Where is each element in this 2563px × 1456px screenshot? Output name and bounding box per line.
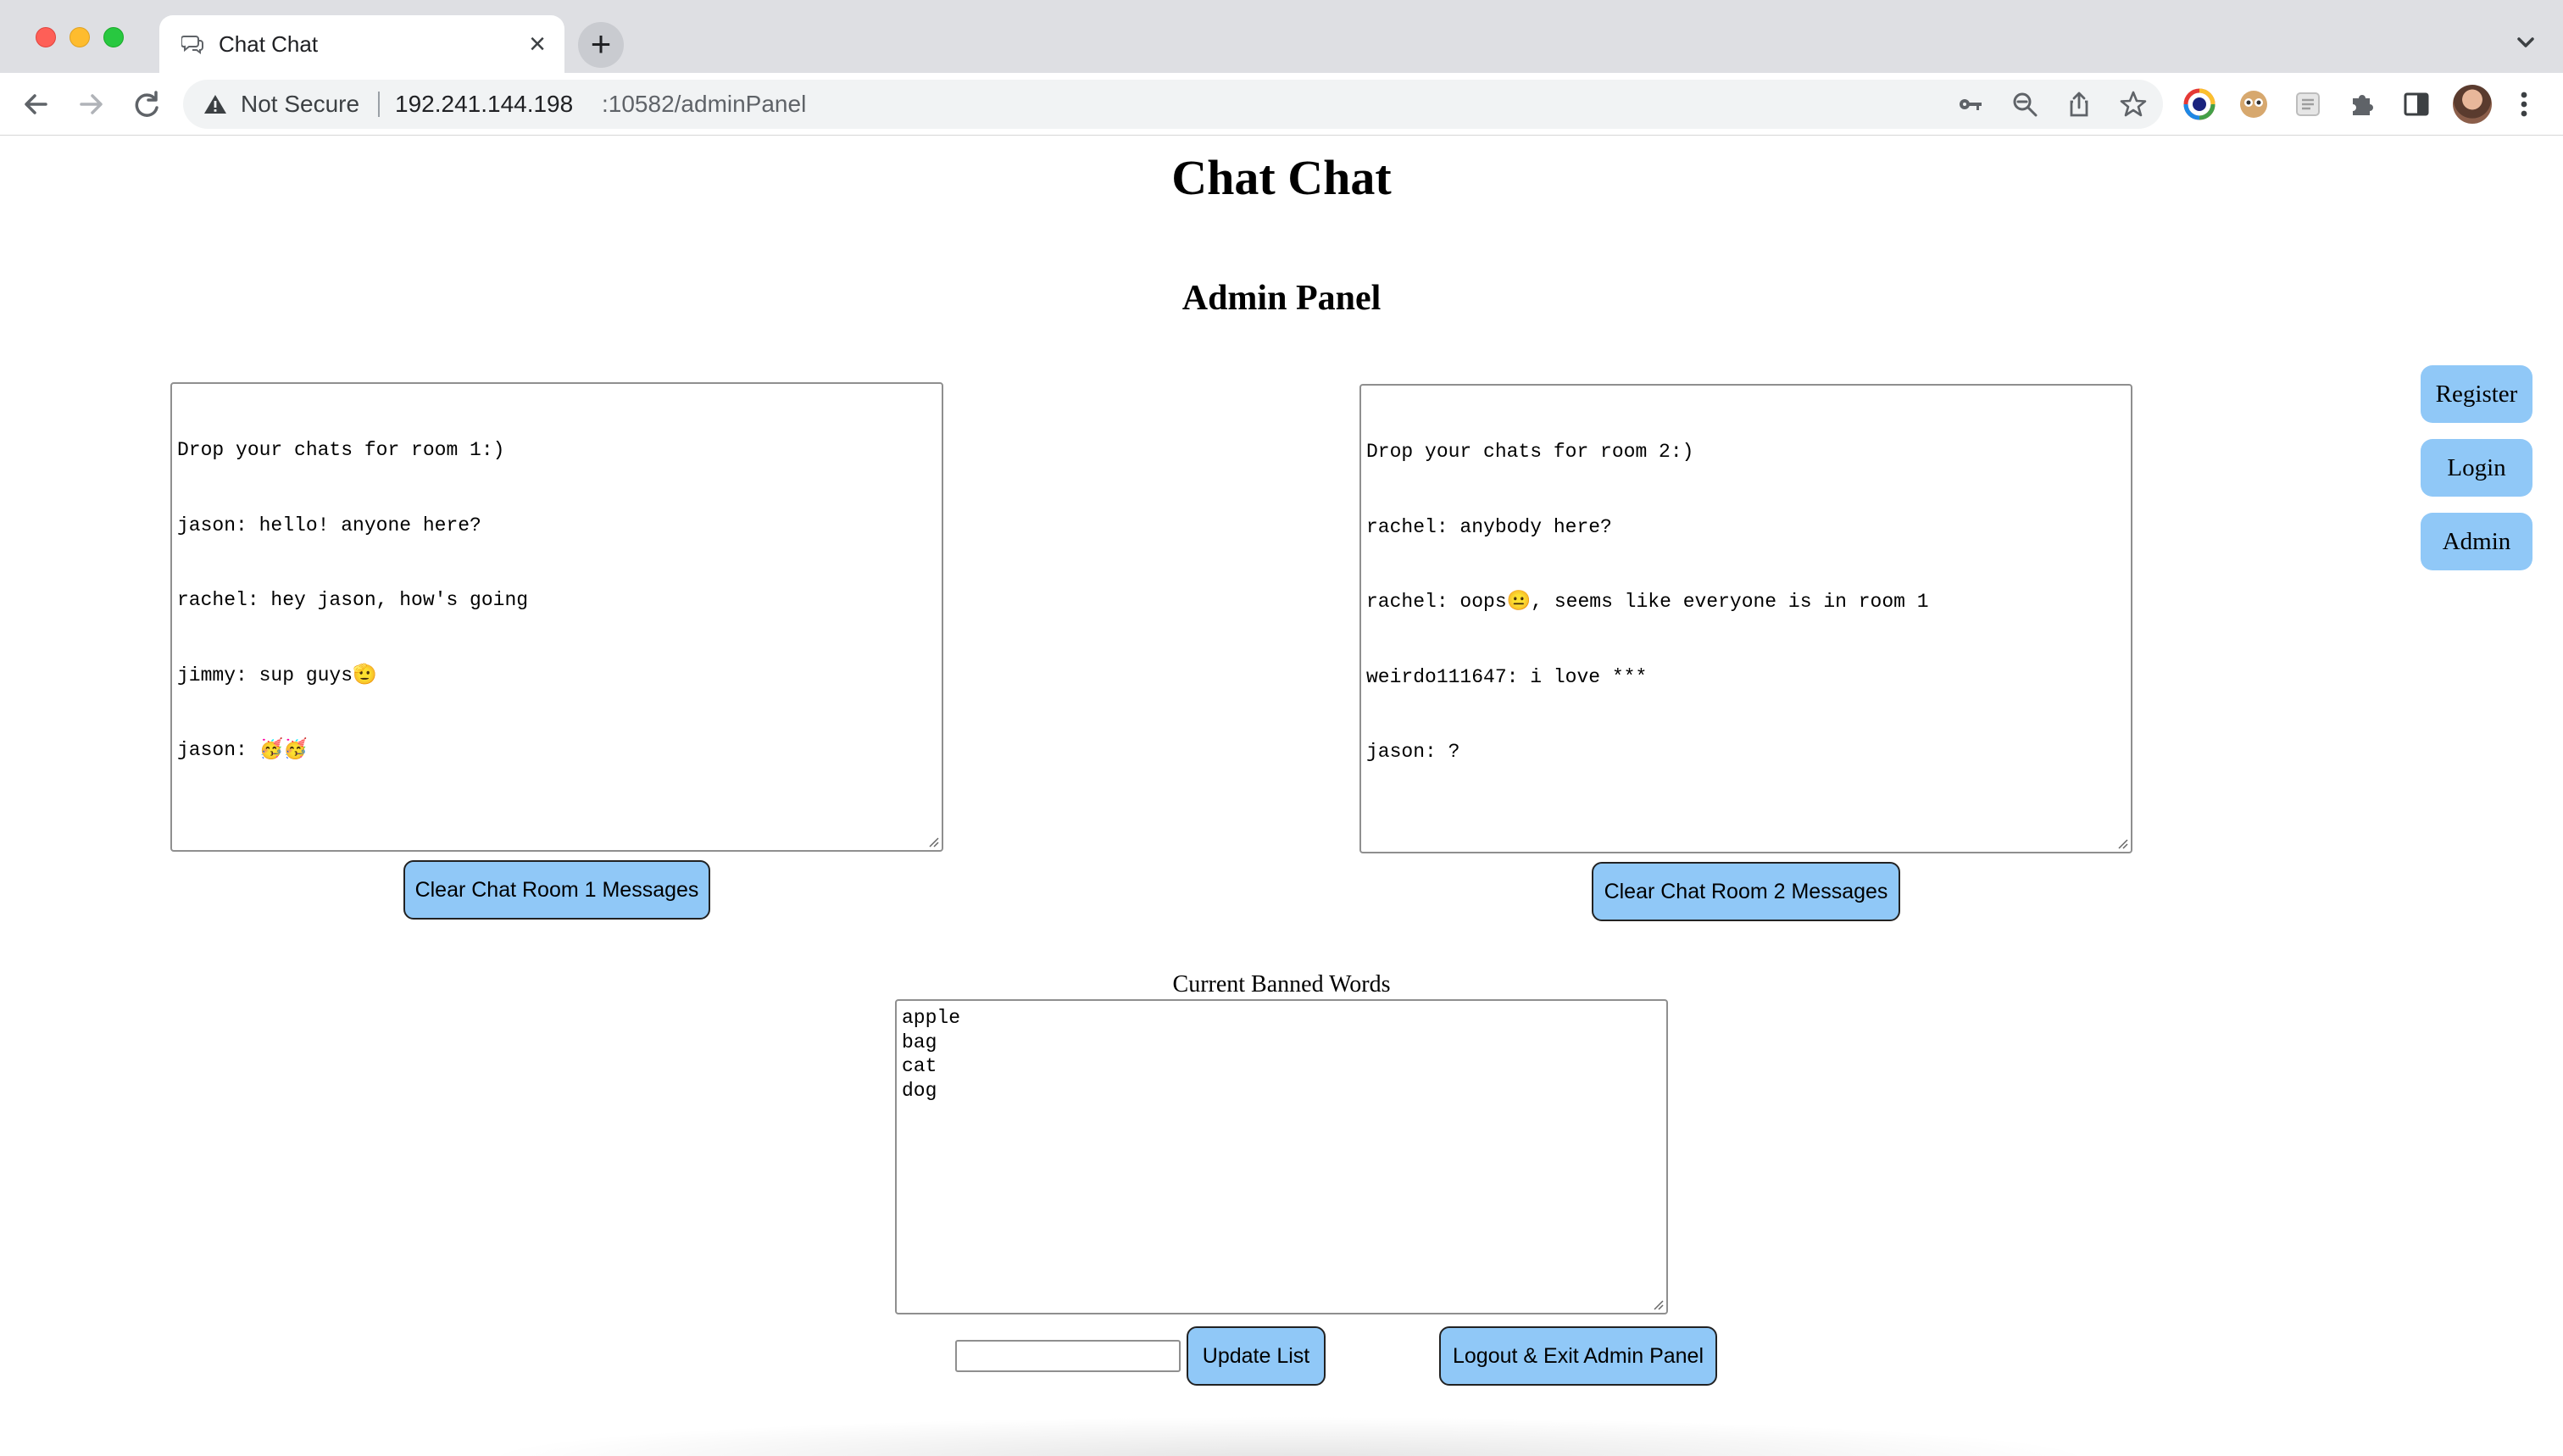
side-panel-icon[interactable] — [2400, 88, 2432, 120]
logout-exit-admin-button[interactable]: Logout & Exit Admin Panel — [1439, 1326, 1717, 1386]
register-button[interactable]: Register — [2421, 365, 2532, 423]
admin-button[interactable]: Admin — [2421, 513, 2532, 570]
banned-words-label: Current Banned Words — [1172, 971, 1391, 998]
url-host: 192.241.144.198 — [395, 91, 574, 117]
menu-dots-icon[interactable] — [2514, 88, 2534, 120]
share-icon[interactable] — [2065, 90, 2093, 119]
resize-grip-icon[interactable] — [2115, 836, 2129, 850]
banned-word: dog — [902, 1079, 937, 1102]
profile-avatar[interactable] — [2453, 85, 2492, 124]
page-content: Chat Chat Admin Panel Drop your chats fo… — [0, 136, 2563, 1456]
url-path: :10582/adminPanel — [602, 91, 807, 117]
browser-toolbar: Not Secure 192.241.144.198 :10582/adminP… — [0, 73, 2563, 136]
bookmark-star-icon[interactable] — [2119, 90, 2148, 119]
clear-room-1-button[interactable]: Clear Chat Room 1 Messages — [403, 860, 710, 920]
chat-line: rachel: anybody here? — [1366, 515, 1612, 538]
ghost-extension-icon[interactable] — [2292, 88, 2324, 120]
chat-line: rachel: hey jason, how's going — [177, 589, 529, 611]
chat-room-2-textarea[interactable]: Drop your chats for room 2:) rachel: any… — [1359, 384, 2132, 853]
banned-words-textarea[interactable]: apple bag cat dog — [895, 999, 1668, 1314]
extensions-puzzle-icon[interactable] — [2346, 88, 2378, 120]
banned-word: apple — [902, 1007, 961, 1029]
window-close-button[interactable] — [36, 27, 56, 47]
new-tab-button[interactable]: + — [578, 22, 624, 68]
chat-line: jason: 🥳🥳 — [177, 739, 308, 761]
window-minimize-button[interactable] — [69, 27, 90, 47]
update-list-button[interactable]: Update List — [1187, 1326, 1326, 1386]
banned-word: bag — [902, 1031, 937, 1053]
chat-bubble-icon — [181, 36, 203, 54]
address-separator — [378, 92, 380, 117]
key-icon[interactable] — [1956, 90, 1985, 119]
address-bar[interactable]: Not Secure 192.241.144.198 :10582/adminP… — [183, 80, 2163, 129]
forward-arrow-icon[interactable] — [71, 85, 110, 124]
chat-line: jason: ? — [1366, 741, 1460, 763]
resize-grip-icon[interactable] — [1651, 1298, 1665, 1311]
tab-search-chevron-icon[interactable] — [2509, 25, 2543, 59]
chat-line: weirdo111647: i love *** — [1366, 665, 1648, 688]
security-status-label[interactable]: Not Secure — [241, 90, 359, 119]
banned-word-input[interactable] — [955, 1340, 1181, 1372]
eyes-extension-icon[interactable] — [2238, 88, 2270, 120]
browser-tab-strip: Chat Chat × + — [0, 0, 2563, 73]
chat-line: Drop your chats for room 2:) — [1366, 441, 1694, 463]
zoom-out-icon[interactable] — [2010, 90, 2039, 119]
window-maximize-button[interactable] — [103, 27, 124, 47]
warning-icon[interactable] — [203, 93, 227, 115]
banned-word: cat — [902, 1055, 937, 1077]
reload-icon[interactable] — [127, 85, 166, 124]
site-title: Chat Chat — [1171, 150, 1392, 205]
color-picker-extension-icon[interactable] — [2183, 88, 2216, 120]
bottom-shadow — [475, 1416, 2102, 1456]
browser-tab[interactable]: Chat Chat × — [159, 15, 564, 73]
clear-room-2-button[interactable]: Clear Chat Room 2 Messages — [1592, 862, 1900, 921]
back-arrow-icon[interactable] — [17, 85, 56, 124]
chat-line: rachel: oops😐, seems like everyone is in… — [1366, 591, 1929, 613]
chat-line: Drop your chats for room 1:) — [177, 439, 505, 461]
admin-panel-title: Admin Panel — [1181, 279, 1382, 318]
chat-line: jason: hello! anyone here? — [177, 514, 481, 536]
chat-line: jimmy: sup guys🫡 — [177, 664, 377, 686]
login-button[interactable]: Login — [2421, 439, 2532, 497]
chat-room-1-textarea[interactable]: Drop your chats for room 1:) jason: hell… — [170, 382, 943, 852]
close-tab-icon[interactable]: × — [522, 29, 553, 59]
resize-grip-icon[interactable] — [926, 835, 940, 848]
tab-title: Chat Chat — [219, 31, 319, 57]
